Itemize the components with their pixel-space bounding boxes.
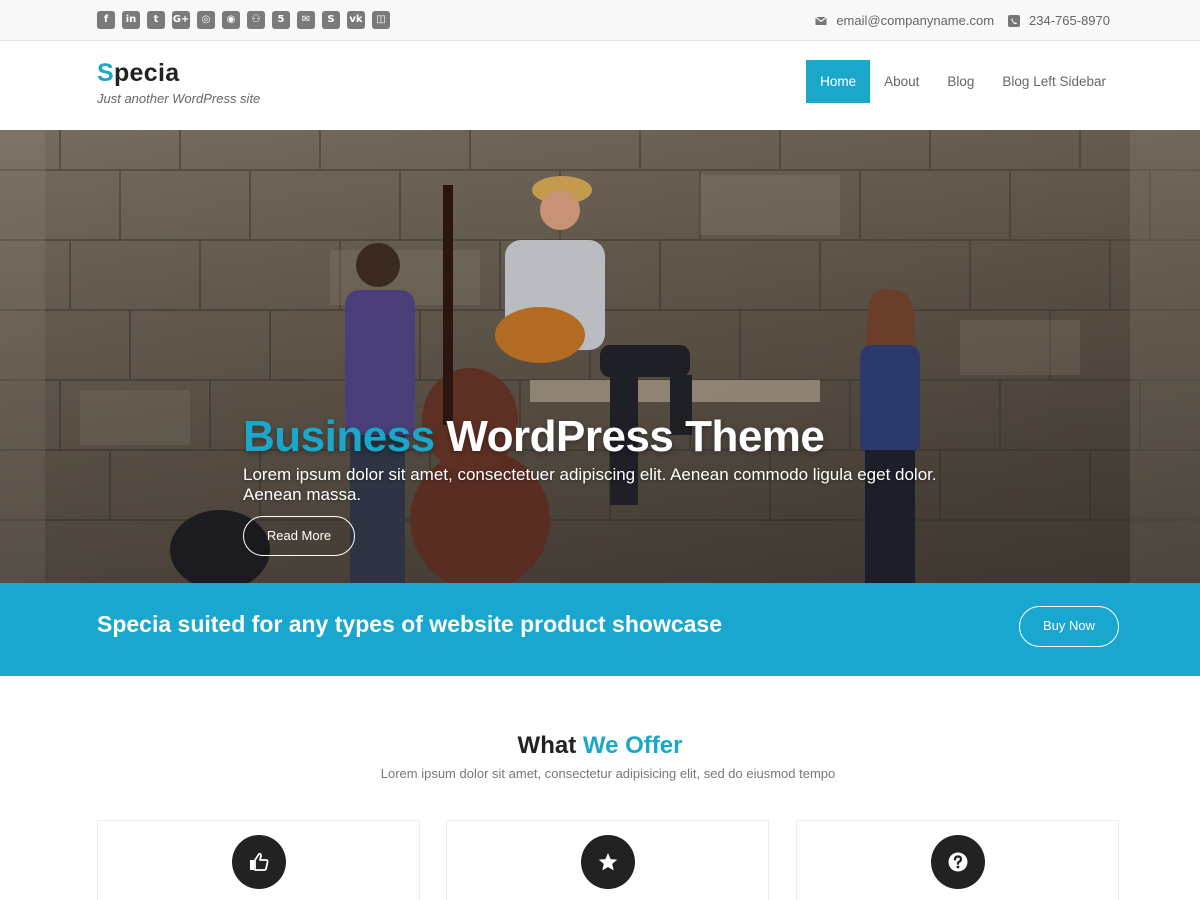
nav-item-about[interactable]: About <box>870 60 933 103</box>
hero-background-image <box>0 130 1200 583</box>
site-logo[interactable]: Specia <box>97 59 179 88</box>
hero-title: Business WordPress Theme <box>243 412 825 462</box>
section-title-highlight: We Offer <box>582 732 683 759</box>
email-icon[interactable]: ✉ <box>297 11 315 29</box>
github-icon[interactable]: ⚇ <box>247 11 265 29</box>
nav-item-blog-left-sidebar[interactable]: Blog Left Sidebar <box>988 60 1120 103</box>
google-plus-icon[interactable]: G+ <box>172 11 190 29</box>
section-title-first: What <box>517 732 583 759</box>
hero-description: Lorem ipsum dolor sit amet, consectetuer… <box>243 465 937 504</box>
logo-rest: pecia <box>113 59 180 87</box>
instagram-icon[interactable]: ◎ <box>197 11 215 29</box>
site-tagline: Just another WordPress site <box>97 91 261 106</box>
twitter-icon[interactable]: t <box>147 11 165 29</box>
service-card <box>796 820 1119 900</box>
envelope-icon <box>815 16 828 25</box>
nav-item-home[interactable]: Home <box>806 60 871 103</box>
service-icon-circle <box>581 835 635 889</box>
phone-icon <box>1008 14 1021 27</box>
contact-info: email@companyname.com 234-765-8970 <box>815 13 1110 28</box>
hero-slider: Business WordPress Theme Lorem ipsum dol… <box>0 130 1200 583</box>
section-subtitle: Lorem ipsum dolor sit amet, consectetur … <box>380 766 836 781</box>
service-icon-circle <box>232 835 286 889</box>
skype-icon[interactable]: S <box>322 11 340 29</box>
question-icon <box>948 852 968 872</box>
section-title: What We Offer <box>0 732 1200 760</box>
social-links: f in t G+ ◎ ◉ ⚇ 5 ✉ S vk ◫ <box>97 11 390 29</box>
contact-phone[interactable]: 234-765-8970 <box>1029 13 1110 28</box>
hero-title-rest: WordPress Theme <box>434 412 825 461</box>
hero-title-highlight: Business <box>243 412 435 461</box>
vk-icon[interactable]: vk <box>347 11 365 29</box>
foursquare-icon[interactable]: ◫ <box>372 11 390 29</box>
site-header: Specia Just another WordPress site Home … <box>0 41 1200 130</box>
top-bar: f in t G+ ◎ ◉ ⚇ 5 ✉ S vk ◫ email@company… <box>0 0 1200 41</box>
main-nav: Home About Blog Blog Left Sidebar <box>806 60 1120 103</box>
call-to-action: Specia suited for any types of website p… <box>0 583 1200 676</box>
html5-icon[interactable]: 5 <box>272 11 290 29</box>
service-card <box>446 820 769 900</box>
buy-now-button[interactable]: Buy Now <box>1019 606 1119 647</box>
facebook-icon[interactable]: f <box>97 11 115 29</box>
cta-text: Specia suited for any types of website p… <box>97 611 722 637</box>
dribbble-icon[interactable]: ◉ <box>222 11 240 29</box>
logo-first-letter: S <box>97 59 114 87</box>
nav-item-blog[interactable]: Blog <box>933 60 988 103</box>
linkedin-icon[interactable]: in <box>122 11 140 29</box>
service-icon-circle <box>931 835 985 889</box>
thumbs-up-icon <box>250 852 269 871</box>
service-card <box>97 820 420 900</box>
contact-email[interactable]: email@companyname.com <box>836 13 994 28</box>
read-more-button[interactable]: Read More <box>243 516 355 556</box>
star-icon <box>598 853 618 871</box>
